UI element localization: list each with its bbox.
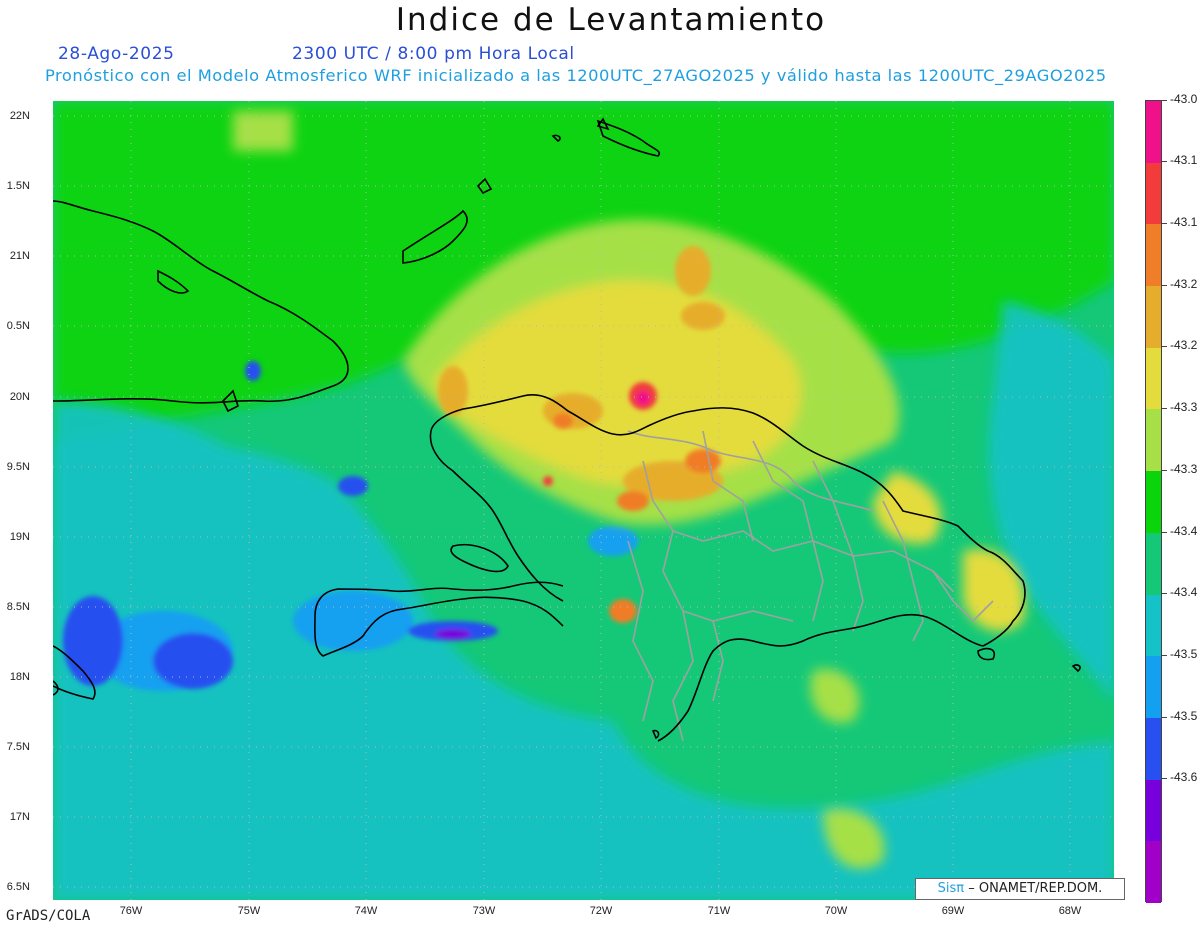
colorbar-segment (1146, 532, 1161, 596)
lat-label: 20N (9, 391, 30, 403)
lat-label: 22N (9, 110, 30, 122)
lon-label: 69W (941, 905, 965, 917)
colorbar-tick (1162, 99, 1167, 101)
colorbar (1145, 100, 1162, 904)
lifted-index-field (53, 101, 1114, 900)
colorbar-tick (1162, 223, 1167, 225)
colorbar-tick (1162, 469, 1167, 471)
map-area[interactable] (53, 101, 1114, 900)
colorbar-tick (1162, 531, 1167, 533)
colorbar-segment (1146, 409, 1161, 472)
lon-label: 68W (1058, 905, 1082, 917)
colorbar-label: -43.0 (1170, 91, 1198, 106)
colorbar-tick (1162, 593, 1167, 595)
colorbar-label: -43.2 (1170, 338, 1198, 353)
colorbar-segment (1146, 841, 1161, 904)
colorbar-label: -43.1 (1170, 153, 1198, 168)
colorbar-segment (1146, 471, 1161, 534)
colorbar-label: -43.4 (1170, 523, 1198, 538)
lat-label: 19N (9, 531, 30, 543)
lon-label: 74W (354, 905, 378, 917)
forecast-description: Pronóstico con el Modelo Atmosferico WRF… (45, 66, 1107, 85)
lat-label: 8.5N (6, 601, 30, 613)
colorbar-tick (1162, 284, 1167, 286)
colorbar-segment (1146, 594, 1161, 657)
sispi-logo: Sisπ (937, 881, 965, 896)
colorbar-segment (1146, 286, 1161, 349)
colorbar-label: -43.4 (1170, 585, 1198, 600)
colorbar-label: -43.3 (1170, 400, 1198, 415)
onamet-credit-box: Sisπ – ONAMET/REP.DOM. (915, 878, 1125, 900)
colorbar-segment (1146, 347, 1161, 410)
colorbar-segment (1146, 717, 1161, 781)
colorbar-tick (1162, 778, 1167, 780)
lon-label: 71W (707, 905, 731, 917)
colorbar-tick (1162, 408, 1167, 410)
colorbar-tick (1162, 161, 1167, 163)
lat-label: 7.5N (6, 741, 30, 753)
onamet-credit-text: – ONAMET/REP.DOM. (968, 881, 1103, 896)
map-title: Indice de Levantamiento (395, 2, 827, 38)
lon-label: 70W (824, 905, 848, 917)
lon-label: 76W (119, 905, 143, 917)
lat-label: 21N (9, 250, 30, 262)
lat-label: 1.5N (6, 180, 30, 192)
colorbar-label: -43.6 (1170, 770, 1198, 785)
lat-label: 18N (9, 671, 30, 683)
colorbar-segment (1146, 224, 1161, 287)
lon-label: 73W (472, 905, 496, 917)
valid-date: 28-Ago-2025 (58, 44, 175, 64)
colorbar-segment (1146, 779, 1161, 842)
lat-label: 17N (9, 811, 30, 823)
valid-time: 2300 UTC / 8:00 pm Hora Local (292, 44, 575, 64)
colorbar-label: -43.1 (1170, 215, 1198, 230)
lat-label: 6.5N (6, 881, 30, 893)
colorbar-segment (1146, 162, 1161, 225)
colorbar-tick (1162, 654, 1167, 656)
lon-label: 75W (237, 905, 261, 917)
colorbar-tick (1162, 716, 1167, 718)
colorbar-label: -43.3 (1170, 461, 1198, 476)
colorbar-label: -43.2 (1170, 276, 1198, 291)
lon-label: 72W (589, 905, 613, 917)
colorbar-tick (1162, 346, 1167, 348)
lat-label: 0.5N (6, 320, 30, 332)
colorbar-segment (1146, 656, 1161, 719)
software-credit: GrADS/COLA (6, 908, 91, 924)
lat-label: 9.5N (6, 461, 30, 473)
colorbar-segment (1146, 101, 1161, 164)
colorbar-label: -43.5 (1170, 708, 1198, 723)
colorbar-label: -43.5 (1170, 646, 1198, 661)
